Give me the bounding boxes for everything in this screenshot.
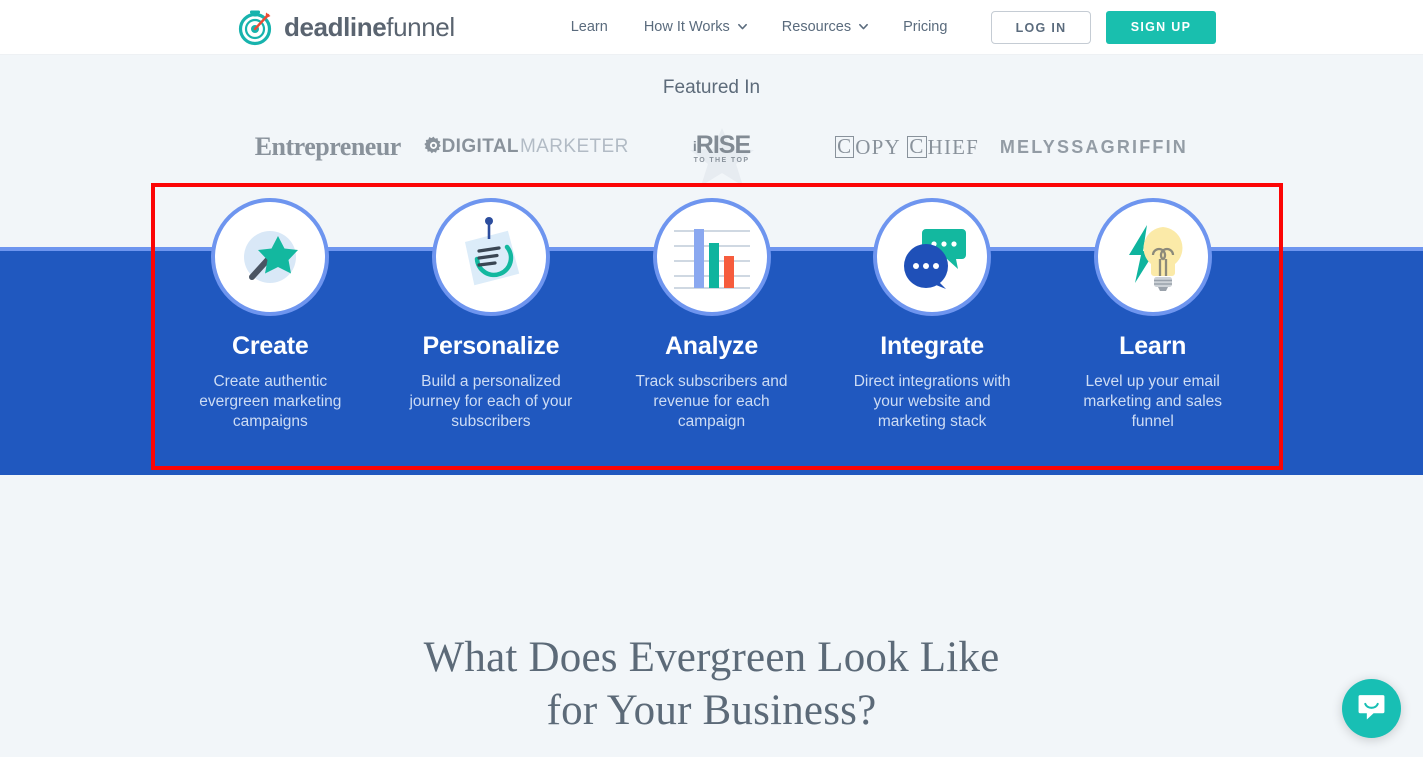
melyssa-griffin-logo-text: MELYSSAGRIFFIN [999,136,1189,157]
nav-label: Pricing [903,19,948,35]
logo-text-light: funnel [386,11,455,42]
feature-title: Create [232,332,309,360]
entrepreneur-logo-text: Entrepreneur [254,132,402,161]
headline-line-2: for Your Business? [546,687,877,735]
site-header: deadlinefunnel Learn How It Works Resour… [0,0,1423,55]
nav-item-pricing[interactable]: Pricing [885,19,965,35]
feature-list: Create Create authentic evergreen market… [0,198,1423,432]
lightbulb-bolt-icon [1093,198,1212,316]
digitalmarketer-light: MARKETER [519,136,629,157]
feature-title: Analyze [664,332,759,360]
feature-personalize[interactable]: Personalize Build a personalized journey… [381,198,602,432]
feature-description: Level up your email marketing and sales … [1083,373,1223,431]
featured-logos: Entrepreneur DIGITAL MARKETER iRISE TO T… [0,123,1423,186]
entrepreneur-logo: Entrepreneur [235,123,421,171]
rise-to-the-top-logo: iRISE TO THE TOP [629,123,815,186]
copy-chief-opy: OPY [855,134,901,159]
featured-in-section: Featured In Entrepreneur DIGITAL MARKETER [0,55,1423,186]
logo-text-bold: deadline [284,11,387,42]
evergreen-section: What Does Evergreen Look Like for Your B… [0,496,1423,738]
main-nav: Learn How It Works Resources Pricing [553,19,966,35]
features-band: Create Create authentic evergreen market… [0,183,1423,496]
digitalmarketer-bold: DIGITAL [441,136,519,157]
copy-chief-logo: C OPY C HIEF [814,123,1000,171]
feature-title: Personalize [422,332,560,360]
chevron-down-icon [737,21,747,30]
rise-logo-text: RISE [695,130,751,159]
chevron-down-icon [858,21,869,30]
feature-description: Build a personalized journey for each of… [409,373,573,431]
logo-text: deadlinefunnel [284,12,455,43]
nav-item-resources[interactable]: Resources [764,19,885,35]
login-button[interactable]: LOG IN [991,10,1091,44]
auth-buttons: LOG IN SIGN UP [991,10,1216,44]
magic-wand-icon [211,198,330,316]
digitalmarketer-logo: DIGITAL MARKETER [421,123,629,171]
copy-chief-c1: C [835,134,855,159]
pinned-note-icon [431,198,550,316]
nav-label: Learn [570,19,608,35]
nav-label: How It Works [643,19,730,35]
feature-description: Track subscribers and revenue for each c… [635,373,788,431]
copy-chief-c2: C [907,134,927,159]
feature-learn[interactable]: Learn Level up your email marketing and … [1042,198,1263,432]
rise-logo-tagline: TO THE TOP [693,156,750,164]
bar-chart-icon [652,198,771,316]
headline-line-1: What Does Evergreen Look Like [423,634,1000,681]
melyssa-griffin-logo: MELYSSAGRIFFIN [1000,123,1188,171]
nav-label: Resources [781,19,852,35]
featured-in-title: Featured In [662,77,761,98]
feature-title: Integrate [880,332,984,360]
copy-chief-hief: HIEF [927,134,980,159]
logo[interactable]: deadlinefunnel [237,8,455,46]
stopwatch-target-icon [237,8,275,46]
feature-integrate[interactable]: Integrate Direct integrations with your … [822,198,1043,432]
feature-analyze[interactable]: Analyze Track subscribers and revenue fo… [601,198,822,432]
feature-title: Learn [1119,332,1187,360]
rise-logo-main: iRISE [693,130,751,160]
intercom-launcher-button[interactable] [1342,679,1401,738]
feature-description: Create authentic evergreen marketing cam… [199,373,342,431]
feature-description: Direct integrations with your website an… [853,373,1011,431]
feature-create[interactable]: Create Create authentic evergreen market… [160,198,381,432]
chat-bubbles-icon [873,198,992,316]
page-headline: What Does Evergreen Look Like for Your B… [0,631,1423,738]
chat-smile-icon [1357,692,1386,726]
nav-item-learn[interactable]: Learn [553,19,626,35]
signup-button[interactable]: SIGN UP [1106,10,1216,44]
nav-item-how-it-works[interactable]: How It Works [626,19,764,35]
